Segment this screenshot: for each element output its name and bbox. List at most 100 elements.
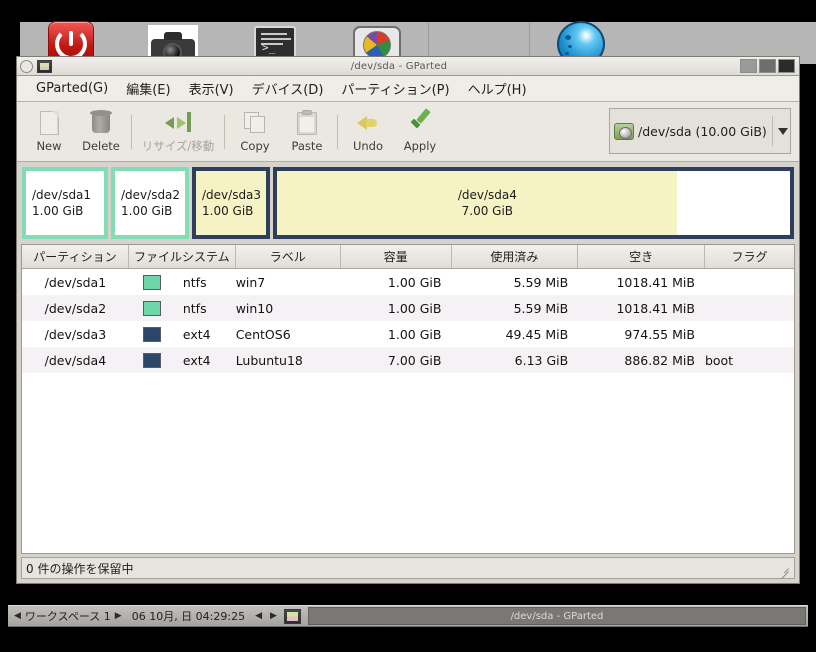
partition-graphic-sda2[interactable]: /dev/sda2 1.00 GiB [111, 167, 189, 239]
resize-move-button-label: リサイズ/移動 [141, 139, 215, 153]
taskbar: ◀ ワークスペース 1 ▶ 06 10月, 日 04:29:25 ◀ ▶ /de… [8, 605, 808, 627]
resize-move-button[interactable]: リサイズ/移動 [136, 105, 220, 159]
workspace-prev-icon[interactable]: ◀ [10, 611, 25, 621]
toolbar-separator-3 [337, 114, 338, 149]
cell-filesystem-text: ext4 [182, 352, 211, 368]
table-row[interactable]: /dev/sda2 ntfs win10 1.00 GiB 5.59 MiB 1… [22, 295, 794, 321]
new-button-label: New [36, 139, 62, 153]
device-selector-divider [771, 116, 773, 146]
toolbar: New Delete リサイズ/移動 Copy Paste Undo Apply… [17, 102, 799, 162]
close-button[interactable] [778, 59, 795, 73]
partition-graphic: /dev/sda1 1.00 GiB /dev/sda2 1.00 GiB /d… [21, 166, 795, 240]
partition-graphic-sda1-name: /dev/sda1 [32, 187, 92, 202]
workspace-next-icon[interactable]: ▶ [111, 611, 126, 621]
menu-partition[interactable]: パーティション(P) [332, 76, 458, 101]
menu-help[interactable]: ヘルプ(H) [459, 76, 536, 101]
cell-filesystem: ntfs [129, 274, 236, 290]
device-selector[interactable]: /dev/sda (10.00 GiB) [609, 108, 791, 154]
partition-graphic-sda4-free [677, 171, 790, 235]
cell-partition: /dev/sda3 [44, 326, 107, 342]
cell-unused: 974.55 MiB [624, 326, 695, 342]
filesystem-color-swatch [142, 326, 161, 342]
chevron-down-icon[interactable] [777, 127, 788, 135]
column-header-used[interactable]: 使用済み [451, 245, 579, 268]
apply-button-label: Apply [403, 139, 437, 153]
maximize-button[interactable] [759, 59, 776, 73]
column-header-flags[interactable]: フラグ [704, 245, 794, 268]
new-button[interactable]: New [23, 105, 75, 159]
window-controls [740, 59, 796, 73]
partition-table: パーティション ファイルシステム ラベル 容量 使用済み 空き フラグ /dev… [21, 244, 795, 554]
paste-icon [294, 110, 320, 136]
cell-filesystem-text: ext4 [182, 326, 211, 342]
column-header-label[interactable]: ラベル [235, 245, 341, 268]
undo-button[interactable]: Undo [342, 105, 394, 159]
partition-graphic-sda3[interactable]: /dev/sda3 1.00 GiB [192, 167, 270, 239]
cell-filesystem: ntfs [129, 300, 236, 316]
partition-graphic-sda2-name: /dev/sda2 [121, 187, 181, 202]
window-titlebar[interactable]: /dev/sda - GParted [17, 57, 799, 76]
window-menu-icon[interactable] [20, 59, 33, 73]
filesystem-color-swatch [142, 274, 161, 290]
menu-edit[interactable]: 編集(E) [117, 76, 179, 101]
cell-capacity: 1.00 GiB [387, 326, 442, 342]
trash-icon [88, 110, 114, 136]
table-row[interactable]: /dev/sda3 ext4 CentOS6 1.00 GiB 49.45 Mi… [22, 321, 794, 347]
resize-grip[interactable] [778, 562, 790, 574]
workspace-label[interactable]: ワークスペース 1 [25, 608, 111, 624]
clock-next-icon[interactable]: ▶ [266, 611, 281, 621]
table-row[interactable]: /dev/sda4 ext4 Lubuntu18 7.00 GiB 6.13 G… [22, 347, 794, 373]
menu-view[interactable]: 表示(V) [180, 76, 243, 101]
desktop: >_ /dev/sda - GParted GParted(G) 編集(E) 表… [0, 0, 816, 652]
cell-label: win10 [235, 300, 274, 316]
partition-graphic-sda1[interactable]: /dev/sda1 1.00 GiB [22, 167, 108, 239]
column-header-unused[interactable]: 空き [578, 245, 705, 268]
device-selector-label: /dev/sda (10.00 GiB) [638, 123, 767, 139]
filesystem-color-swatch [142, 300, 161, 316]
new-partition-icon [36, 110, 62, 136]
copy-button[interactable]: Copy [229, 105, 281, 159]
cell-unused: 1018.41 MiB [616, 300, 695, 316]
clock-prev-icon[interactable]: ◀ [251, 611, 266, 621]
column-header-filesystem[interactable]: ファイルシステム [128, 245, 236, 268]
partition-table-header: パーティション ファイルシステム ラベル 容量 使用済み 空き フラグ [22, 245, 794, 269]
cell-label: Lubuntu18 [235, 352, 303, 368]
partition-graphic-sda4-name: /dev/sda4 [457, 187, 517, 202]
cell-used: 5.59 MiB [513, 274, 569, 290]
menubar: GParted(G) 編集(E) 表示(V) デバイス(D) パーティション(P… [17, 76, 799, 102]
cell-partition: /dev/sda1 [44, 274, 107, 290]
cell-partition: /dev/sda2 [44, 300, 107, 316]
column-header-capacity[interactable]: 容量 [340, 245, 452, 268]
menu-gparted[interactable]: GParted(G) [27, 78, 117, 99]
cell-filesystem-text: ntfs [182, 274, 207, 290]
cell-filesystem: ext4 [129, 352, 236, 368]
clock[interactable]: 06 10月, 日 04:29:25 [132, 608, 245, 624]
cell-used: 49.45 MiB [505, 326, 569, 342]
minimize-button[interactable] [740, 59, 757, 73]
disk-icon-pie [363, 31, 391, 59]
undo-arrow-icon [355, 110, 381, 136]
partition-graphic-sda4[interactable]: /dev/sda4 7.00 GiB [273, 167, 794, 239]
apply-button[interactable]: Apply [394, 105, 446, 159]
cell-unused: 886.82 MiB [624, 352, 695, 368]
column-header-partition[interactable]: パーティション [22, 245, 129, 268]
toolbar-separator-1 [131, 114, 132, 149]
taskbar-window-button[interactable]: /dev/sda - GParted [307, 607, 806, 625]
delete-button[interactable]: Delete [75, 105, 127, 159]
app-icon [37, 59, 52, 73]
gparted-window: /dev/sda - GParted GParted(G) 編集(E) 表示(V… [16, 56, 800, 584]
copy-button-label: Copy [240, 139, 270, 153]
copy-icon [242, 110, 268, 136]
partition-graphic-sda3-name: /dev/sda3 [202, 187, 262, 202]
status-bar: 0 件の操作を保留中 [21, 557, 795, 579]
menu-device[interactable]: デバイス(D) [243, 76, 333, 101]
cell-flags: boot [704, 352, 734, 368]
resize-arrows-icon [165, 109, 191, 135]
checkmark-icon [407, 108, 433, 136]
cell-used: 5.59 MiB [513, 300, 569, 316]
paste-button[interactable]: Paste [281, 105, 333, 159]
harddisk-icon [614, 122, 634, 140]
toolbar-separator-2 [224, 114, 225, 149]
cell-partition: /dev/sda4 [44, 352, 107, 368]
table-row[interactable]: /dev/sda1 ntfs win7 1.00 GiB 5.59 MiB 10… [22, 269, 794, 295]
